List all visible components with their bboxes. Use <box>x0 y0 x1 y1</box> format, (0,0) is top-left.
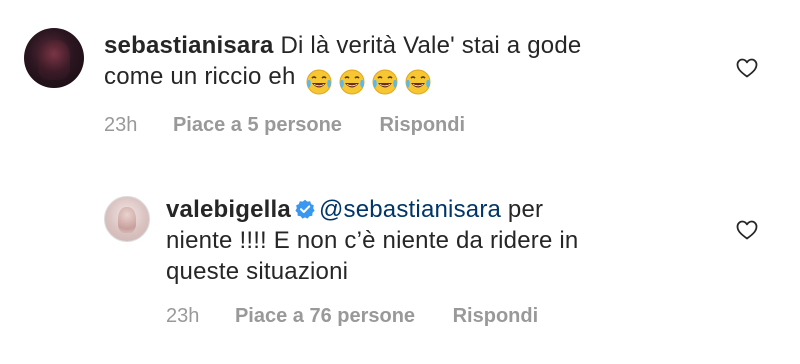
comment-time[interactable]: 23h <box>166 305 199 328</box>
reply-button[interactable]: Rispondi <box>453 305 539 328</box>
emoji-row <box>306 65 438 96</box>
avatar[interactable] <box>104 196 150 242</box>
comment-meta: 23h Piace a 5 persone Rispondi <box>104 114 465 137</box>
comment-time[interactable]: 23h <box>104 114 137 137</box>
comment-text: sebastianisara Di là verità Vale' stai a… <box>104 30 664 96</box>
avatar[interactable] <box>24 28 84 88</box>
heart-icon[interactable] <box>736 58 758 78</box>
face-with-tears-of-joy-icon <box>405 69 431 95</box>
heart-icon[interactable] <box>736 220 758 240</box>
face-with-tears-of-joy-icon <box>306 69 332 95</box>
reply-button[interactable]: Rispondi <box>379 114 465 137</box>
face-with-tears-of-joy-icon <box>339 69 365 95</box>
likes-count-button[interactable]: Piace a 76 persone <box>235 305 415 328</box>
avatar-photo <box>118 207 136 233</box>
comment-body-line2: come un riccio eh <box>104 63 296 90</box>
mention-link[interactable]: @sebastianisara <box>319 196 501 223</box>
comment-body-line1: Di là verità Vale' stai a gode <box>280 32 582 59</box>
comment-text: valebigella @sebastianisara per niente !… <box>166 194 636 287</box>
comment-username[interactable]: valebigella <box>166 196 291 223</box>
likes-count-button[interactable]: Piace a 5 persone <box>173 114 342 137</box>
verified-badge-icon <box>295 199 315 219</box>
comment-meta: 23h Piace a 76 persone Rispondi <box>166 305 538 328</box>
comment-body-line3: queste situazioni <box>166 258 349 285</box>
comment-body-line2: niente !!!! E non c’è niente da ridere i… <box>166 227 579 254</box>
comment-body-line1: per <box>501 196 544 223</box>
avatar-photo <box>38 40 70 80</box>
face-with-tears-of-joy-icon <box>372 69 398 95</box>
comment-username[interactable]: sebastianisara <box>104 32 274 59</box>
